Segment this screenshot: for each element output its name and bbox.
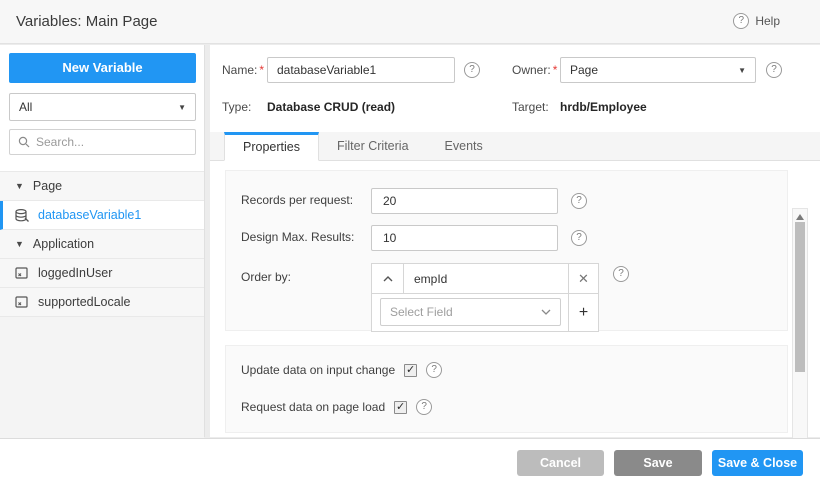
type-label: Type: bbox=[222, 100, 251, 114]
name-owner-row: Name:* ? Owner:* Page ▼ ? bbox=[222, 57, 808, 83]
owner-help-icon[interactable]: ? bbox=[766, 62, 782, 78]
expander-icon[interactable]: ▼ bbox=[15, 239, 24, 249]
request-data-label: Request data on page load bbox=[241, 400, 385, 414]
owner-value: Page bbox=[570, 63, 738, 77]
database-variable-icon bbox=[15, 209, 29, 222]
sort-direction-button[interactable] bbox=[372, 264, 404, 293]
name-input[interactable] bbox=[267, 57, 455, 83]
order-by-label: Order by: bbox=[241, 270, 291, 284]
caret-down-icon: ▼ bbox=[178, 103, 186, 112]
behavior-panel: Update data on input change ✓ ? Request … bbox=[225, 345, 788, 433]
update-data-label: Update data on input change bbox=[241, 363, 395, 377]
add-order-field-button[interactable]: + bbox=[568, 294, 598, 331]
dialog-header: Variables: Main Page ? Help bbox=[0, 0, 820, 44]
tree-group-application[interactable]: ▼ Application bbox=[0, 230, 204, 259]
owner-label: Owner:* bbox=[512, 63, 557, 77]
tree-item-label: loggedInUser bbox=[38, 266, 112, 280]
detail-tabbar: Properties Filter Criteria Events bbox=[210, 132, 820, 161]
save-button[interactable]: Save bbox=[614, 450, 702, 476]
expander-icon[interactable]: ▼ bbox=[15, 181, 24, 191]
variable-filter-dropdown[interactable]: All ▼ bbox=[9, 93, 196, 121]
design-max-results-help-icon[interactable]: ? bbox=[571, 230, 587, 246]
name-label: Name:* bbox=[222, 63, 264, 77]
cancel-button[interactable]: Cancel bbox=[517, 450, 604, 476]
select-field-wrap: Select Field bbox=[372, 294, 568, 331]
variables-sidebar: New Variable All ▼ ▼ Page databaseVariab… bbox=[0, 45, 205, 437]
target-value: hrdb/Employee bbox=[560, 100, 647, 114]
select-field-placeholder: Select Field bbox=[390, 305, 541, 319]
tree-group-label: Application bbox=[33, 237, 94, 251]
variable-filter-value: All bbox=[19, 100, 178, 114]
update-data-help-icon[interactable]: ? bbox=[426, 362, 442, 378]
add-order-field-row: Select Field + bbox=[372, 294, 598, 331]
order-by-help-icon[interactable]: ? bbox=[613, 266, 629, 282]
caret-down-icon: ▼ bbox=[738, 66, 746, 75]
type-value: Database CRUD (read) bbox=[267, 100, 395, 114]
type-target-row: Type: Database CRUD (read) Target: hrdb/… bbox=[222, 100, 808, 116]
properties-tab-content: Records per request: ? Design Max. Resul… bbox=[210, 161, 820, 437]
tree-item-databasevariable1[interactable]: databaseVariable1 bbox=[0, 201, 204, 230]
update-data-row: Update data on input change ✓ ? bbox=[241, 362, 442, 378]
dialog-footer: Cancel Save Save & Close bbox=[0, 438, 820, 490]
page-title: Variables: Main Page bbox=[16, 13, 157, 30]
order-by-widget: empId ✕ Select Field + bbox=[371, 263, 599, 332]
search-icon bbox=[18, 136, 30, 148]
new-variable-button[interactable]: New Variable bbox=[9, 53, 196, 83]
records-per-request-help-icon[interactable]: ? bbox=[571, 193, 587, 209]
request-data-checkbox[interactable]: ✓ bbox=[394, 401, 407, 414]
request-data-row: Request data on page load ✓ ? bbox=[241, 399, 432, 415]
remove-order-field-button[interactable]: ✕ bbox=[568, 264, 598, 293]
tree-item-loggedinuser[interactable]: loggedInUser bbox=[0, 259, 204, 288]
records-per-request-label: Records per request: bbox=[241, 193, 353, 207]
variable-search-box[interactable] bbox=[9, 129, 196, 155]
tab-properties[interactable]: Properties bbox=[224, 132, 319, 161]
help-question-icon: ? bbox=[733, 13, 749, 29]
static-variable-icon bbox=[15, 296, 29, 309]
help-link[interactable]: ? Help bbox=[733, 13, 780, 29]
tab-events[interactable]: Events bbox=[427, 132, 501, 160]
tree-group-label: Page bbox=[33, 179, 62, 193]
update-data-checkbox[interactable]: ✓ bbox=[404, 364, 417, 377]
scroll-up-arrow-icon[interactable] bbox=[796, 214, 804, 220]
save-and-close-button[interactable]: Save & Close bbox=[712, 450, 803, 476]
chevron-down-icon bbox=[541, 309, 551, 315]
records-per-request-input[interactable] bbox=[371, 188, 558, 214]
select-field-dropdown[interactable]: Select Field bbox=[380, 298, 561, 326]
footer-buttons: Cancel Save Save & Close bbox=[517, 450, 803, 476]
help-label: Help bbox=[755, 14, 780, 28]
order-by-field-value[interactable]: empId bbox=[404, 264, 568, 293]
target-label: Target: bbox=[512, 100, 549, 114]
tab-filter-criteria[interactable]: Filter Criteria bbox=[319, 132, 427, 160]
name-help-icon[interactable]: ? bbox=[464, 62, 480, 78]
tree-item-label: supportedLocale bbox=[38, 295, 130, 309]
request-data-help-icon[interactable]: ? bbox=[416, 399, 432, 415]
design-max-results-label: Design Max. Results: bbox=[241, 230, 354, 244]
variables-tree: ▼ Page databaseVariable1 ▼ Application l… bbox=[0, 171, 204, 459]
search-input[interactable] bbox=[36, 135, 191, 149]
static-variable-icon bbox=[15, 267, 29, 280]
tree-group-page[interactable]: ▼ Page bbox=[0, 172, 204, 201]
order-by-row: empId ✕ bbox=[372, 264, 598, 294]
required-asterisk: * bbox=[259, 63, 264, 77]
variable-detail-panel: Name:* ? Owner:* Page ▼ ? Type: Database… bbox=[210, 45, 820, 437]
tree-item-supportedlocale[interactable]: supportedLocale bbox=[0, 288, 204, 317]
required-asterisk: * bbox=[553, 63, 558, 77]
design-max-results-input[interactable] bbox=[371, 225, 558, 251]
data-settings-panel: Records per request: ? Design Max. Resul… bbox=[225, 170, 788, 331]
owner-dropdown[interactable]: Page ▼ bbox=[560, 57, 756, 83]
scrollbar-thumb[interactable] bbox=[795, 222, 805, 372]
tree-item-label: databaseVariable1 bbox=[38, 208, 141, 222]
